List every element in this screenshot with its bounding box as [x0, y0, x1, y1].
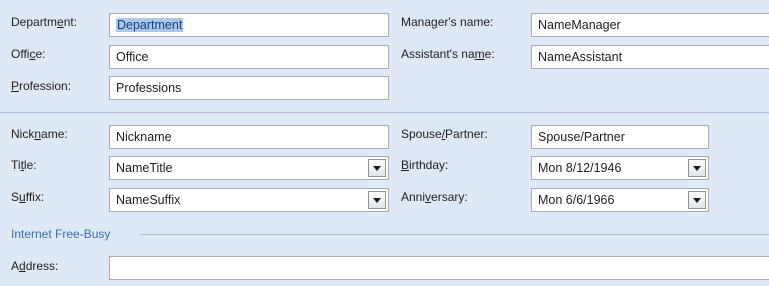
assistant-label: Assistant's name: [401, 47, 495, 61]
title-dropdown[interactable]: NameTitle [109, 156, 389, 180]
divider [0, 112, 769, 113]
spouse-field[interactable]: Spouse/Partner [531, 125, 709, 149]
suffix-label: Suffix: [11, 190, 45, 204]
profession-label: Profession: [11, 79, 72, 93]
chevron-down-icon[interactable] [688, 159, 706, 177]
title-label: Title: [11, 158, 37, 172]
chevron-down-icon[interactable] [688, 191, 706, 209]
anniversary-value: Mon 6/6/1966 [538, 193, 615, 207]
birthday-label: Birthday: [401, 158, 449, 172]
chevron-down-icon[interactable] [368, 191, 386, 209]
profession-field[interactable]: Professions [109, 76, 389, 100]
suffix-value: NameSuffix [116, 193, 181, 207]
address-label: Address: [11, 259, 59, 273]
assistant-field[interactable]: NameAssistant [531, 45, 769, 69]
manager-field[interactable]: NameManager [531, 13, 769, 37]
address-field[interactable] [109, 256, 769, 280]
department-field[interactable]: Department [109, 13, 389, 37]
birthday-value: Mon 8/12/1946 [538, 161, 622, 175]
section-heading-internet-free-busy: Internet Free-Busy [11, 227, 119, 241]
anniversary-dropdown[interactable]: Mon 6/6/1966 [531, 188, 709, 212]
nickname-label: Nickname: [11, 127, 68, 141]
office-field[interactable]: Office [109, 45, 389, 69]
spouse-label: Spouse/Partner: [401, 127, 488, 141]
office-label: Office: [11, 47, 46, 61]
chevron-down-icon[interactable] [368, 159, 386, 177]
section-divider [140, 234, 769, 235]
title-value: NameTitle [116, 161, 173, 175]
birthday-dropdown[interactable]: Mon 8/12/1946 [531, 156, 709, 180]
suffix-dropdown[interactable]: NameSuffix [109, 188, 389, 212]
department-label: Department: [11, 15, 78, 29]
manager-label: Manager's name: [401, 15, 494, 29]
anniversary-label: Anniversary: [401, 190, 468, 204]
nickname-field[interactable]: Nickname [109, 125, 389, 149]
